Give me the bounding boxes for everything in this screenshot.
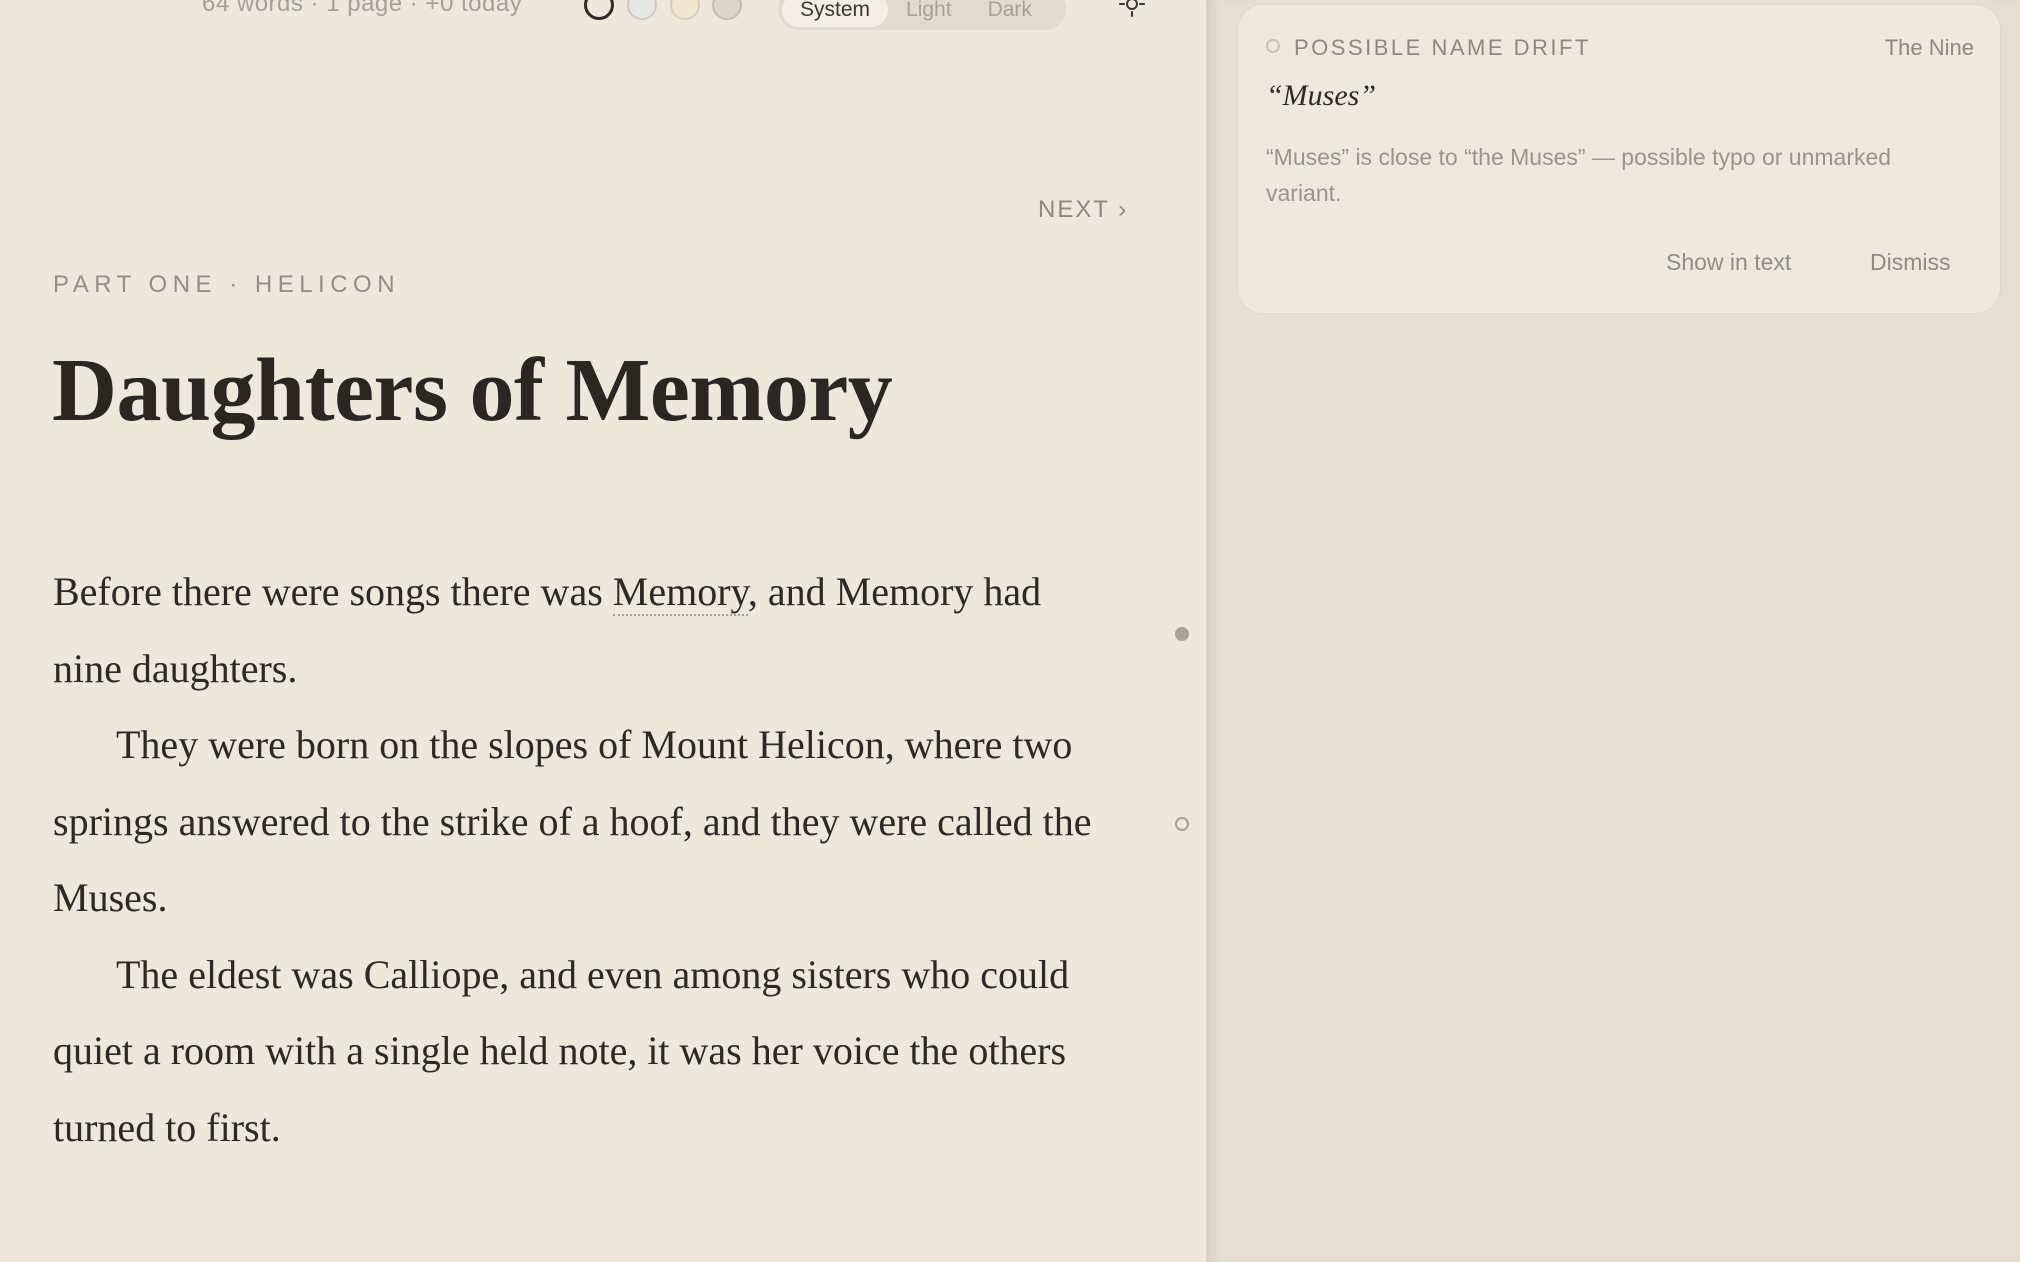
swatch-mist[interactable]: [627, 0, 657, 20]
paragraph-1-start: Before there were songs there was: [53, 569, 613, 614]
name-mention-memory[interactable]: Memory: [612, 569, 748, 616]
sun-icon[interactable]: [1118, 0, 1146, 18]
editor-toolbar: 64 words · 1 page · +0 today System Ligh…: [0, 0, 1206, 30]
dismiss-button[interactable]: Dismiss: [1870, 249, 1951, 276]
paragraph-1: Before there were songs there was Memory…: [53, 554, 1103, 707]
show-in-text-button[interactable]: Show in text: [1666, 249, 1791, 276]
issue-scope-label: The Nine: [1884, 35, 1974, 60]
chapter-title[interactable]: Daughters of Memory: [52, 336, 893, 446]
theme-toggle: System Light Dark: [778, 0, 1066, 30]
theme-option-system[interactable]: System: [782, 0, 889, 27]
issues-panel: POSSIBLE NAME DRIFT The Nine “Muses” “Mu…: [1206, 0, 2020, 1262]
swatch-cream[interactable]: [670, 0, 700, 20]
paragraph-3: The eldest was Calliope, and even among …: [53, 951, 1070, 1150]
issue-status-indicator: [1266, 39, 1280, 53]
swatch-paper[interactable]: [584, 0, 614, 20]
issue-type-label: POSSIBLE NAME DRIFT: [1294, 35, 1591, 60]
issue-description: “Muses” is close to “the Muses” — possib…: [1266, 144, 1892, 206]
manuscript-body[interactable]: Before there were songs there was Memory…: [53, 554, 1103, 1166]
paragraph-2: They were born on the slopes of Mount He…: [53, 722, 1092, 920]
swatch-stone[interactable]: [712, 0, 742, 20]
issue-term: “Muses”: [1266, 79, 1377, 112]
editor-pane: 64 words · 1 page · +0 today System Ligh…: [0, 0, 1206, 1262]
part-label: PART ONE · HELICON: [53, 271, 401, 298]
note-marker-filled[interactable]: [1175, 627, 1189, 641]
word-count-stats: 64 words · 1 page · +0 today: [202, 0, 523, 17]
next-chapter-link[interactable]: NEXT ›: [1038, 196, 1128, 224]
theme-option-dark[interactable]: Dark: [970, 0, 1050, 27]
note-marker-open[interactable]: [1175, 817, 1189, 831]
issue-card: POSSIBLE NAME DRIFT The Nine “Muses” “Mu…: [1237, 4, 2001, 314]
theme-option-light[interactable]: Light: [888, 0, 970, 27]
